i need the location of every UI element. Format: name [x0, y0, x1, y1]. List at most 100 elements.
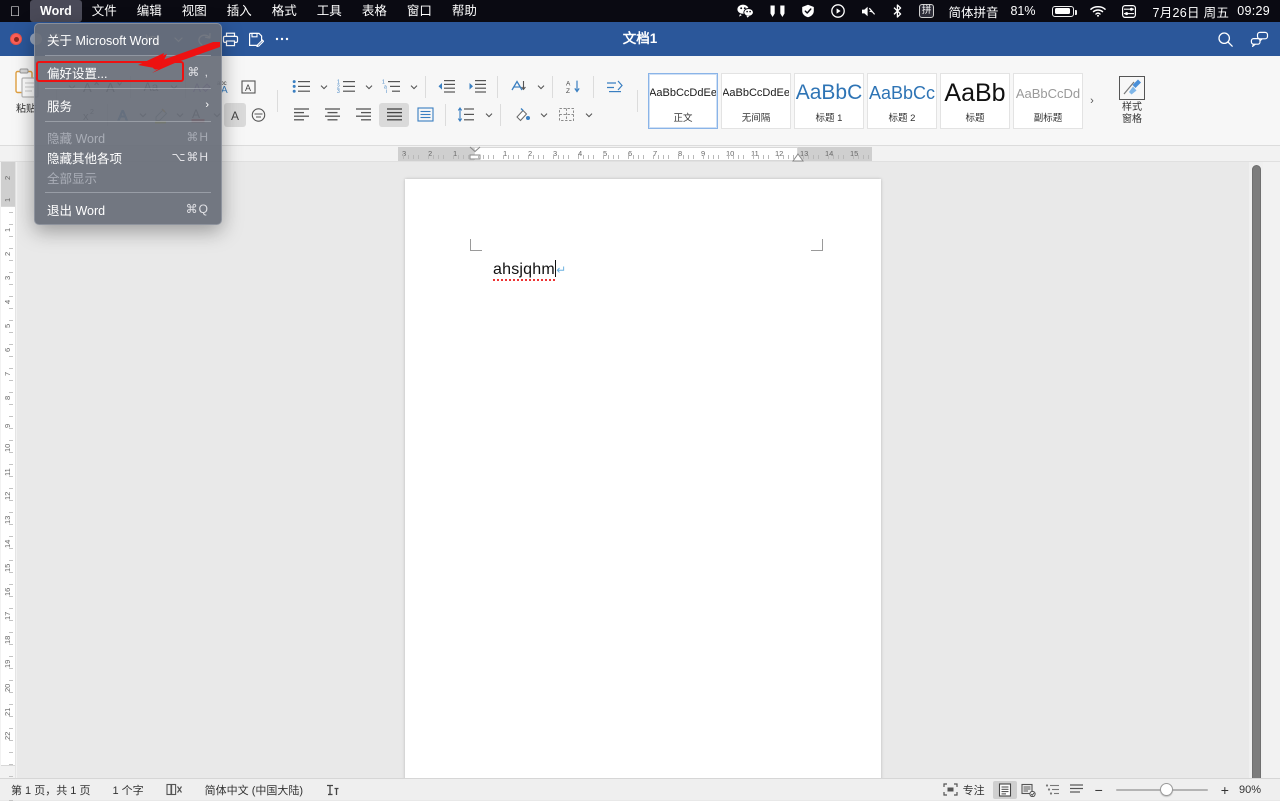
styles-pane-button[interactable]: 样式 窗格	[1104, 56, 1160, 145]
menu-item-show-all[interactable]: 全部显示	[35, 167, 221, 187]
character-border-icon[interactable]: A	[237, 75, 259, 99]
close-window-button[interactable]	[10, 33, 22, 45]
align-left-icon[interactable]	[286, 103, 316, 127]
vruler-num: 1	[3, 197, 12, 202]
document-canvas[interactable]: ahsjqhm↵	[17, 162, 1263, 800]
borders-dropdown-icon[interactable]	[582, 103, 595, 127]
multilevel-list-icon[interactable]: 1ai	[376, 75, 406, 99]
show-marks-icon[interactable]	[599, 75, 629, 99]
menu-item-about-word[interactable]: 关于 Microsoft Word	[35, 28, 221, 50]
outline-view-button[interactable]	[1041, 781, 1065, 799]
more-commands-icon[interactable]	[270, 27, 294, 51]
word-app-menu[interactable]: 关于 Microsoft Word 偏好设置... ⌘ , 服务 › 隐藏 Wo…	[34, 23, 222, 225]
sort-dropdown-icon[interactable]	[534, 75, 547, 99]
menu-item-edit[interactable]: 编辑	[127, 0, 172, 22]
indent-markers[interactable]	[468, 146, 482, 162]
zoom-out-button[interactable]: −	[1089, 779, 1109, 801]
apple-logo-icon[interactable]: 	[0, 0, 30, 22]
justify-icon[interactable]	[379, 102, 409, 127]
focus-mode-button[interactable]: 专注	[932, 779, 993, 801]
menu-item-insert[interactable]: 插入	[217, 0, 262, 22]
ime-label[interactable]: 简体拼音	[942, 2, 1004, 21]
menu-item-services[interactable]: 服务 ›	[35, 94, 221, 116]
ime-indicator[interactable]: 拼	[911, 0, 943, 22]
vertical-ruler[interactable]: 2 1 1 2 3 4 5 6 7 8 9 10 11 12 13 14 15 …	[0, 162, 16, 801]
menu-item-word[interactable]: Word	[30, 0, 82, 22]
shading-dropdown-icon[interactable]	[537, 103, 550, 127]
bullets-dropdown-icon[interactable]	[317, 75, 330, 99]
menu-bar-time[interactable]: 09:29	[1229, 4, 1270, 18]
ruler-tick	[708, 155, 709, 159]
ruler-tick	[858, 155, 859, 159]
menu-item-quit-word[interactable]: 退出 Word ⌘Q	[35, 198, 221, 220]
numbering-icon[interactable]: 123	[331, 75, 361, 99]
menu-shortcut: ⌘Q	[185, 202, 209, 216]
document-body-text[interactable]: ahsjqhm↵	[493, 260, 566, 281]
menu-item-window[interactable]: 窗口	[397, 0, 442, 22]
style-normal[interactable]: AaBbCcDdEе 正文	[648, 72, 718, 129]
zoom-level[interactable]: 90%	[1235, 779, 1272, 801]
status-bar-right: 专注 − + 90%	[932, 779, 1280, 801]
align-center-icon[interactable]	[317, 103, 347, 127]
increase-indent-icon[interactable]	[462, 75, 492, 99]
menu-item-tools[interactable]: 工具	[307, 0, 352, 22]
ruler-tick	[643, 155, 644, 159]
decrease-indent-icon[interactable]	[431, 75, 461, 99]
wifi-icon[interactable]	[1082, 0, 1114, 22]
play-circle-icon[interactable]	[823, 0, 853, 22]
align-right-icon[interactable]	[348, 103, 378, 127]
line-spacing-dropdown-icon[interactable]	[482, 103, 495, 127]
zoom-slider[interactable]	[1115, 783, 1208, 797]
shield-icon[interactable]	[793, 0, 823, 22]
style-subtitle[interactable]: AaBbCcDd 副标题	[1013, 72, 1083, 129]
zoom-slider-knob[interactable]	[1159, 783, 1173, 796]
search-icon[interactable]	[1212, 27, 1238, 51]
battery-icon[interactable]	[1041, 0, 1082, 22]
misspelled-word[interactable]: ahsjqhm	[493, 261, 555, 281]
zoom-in-button[interactable]: +	[1215, 779, 1235, 801]
enclose-characters-icon[interactable]	[247, 103, 269, 127]
web-layout-view-button[interactable]	[1017, 781, 1041, 799]
bullets-icon[interactable]	[286, 75, 316, 99]
menu-item-format[interactable]: 格式	[262, 0, 307, 22]
borders-icon[interactable]	[551, 103, 581, 127]
save-icon[interactable]	[244, 27, 268, 51]
scrollbar-thumb[interactable]	[1252, 165, 1261, 795]
document-page[interactable]: ahsjqhm↵	[405, 179, 881, 789]
scrollbar-track[interactable]	[1249, 162, 1263, 800]
style-no-spacing[interactable]: AaBbCcDdEе 无间隔	[721, 72, 791, 129]
style-heading-1[interactable]: AaBbC 标题 1	[794, 72, 864, 129]
print-layout-view-button[interactable]	[992, 780, 1017, 799]
word-count[interactable]: 1 个字	[101, 779, 154, 801]
sort-az-icon[interactable]: AZ	[558, 75, 588, 99]
line-spacing-icon[interactable]	[451, 103, 481, 127]
screenshot-icon[interactable]	[762, 0, 793, 22]
mute-icon[interactable]	[853, 0, 884, 22]
bluetooth-icon[interactable]	[884, 0, 911, 22]
wechat-icon[interactable]	[729, 0, 762, 22]
menu-item-hide-others[interactable]: 隐藏其他各项 ⌥⌘H	[35, 147, 221, 167]
menu-item-preferences[interactable]: 偏好设置... ⌘ ,	[35, 61, 221, 83]
control-center-icon[interactable]	[1114, 0, 1144, 22]
menu-item-view[interactable]: 视图	[172, 0, 217, 22]
gallery-more-button[interactable]: ›	[1086, 95, 1098, 107]
style-title[interactable]: AaBb 标题	[940, 72, 1010, 129]
menu-item-table[interactable]: 表格	[352, 0, 397, 22]
numbering-dropdown-icon[interactable]	[362, 75, 375, 99]
menu-item-hide-word[interactable]: 隐藏 Word ⌘H	[35, 127, 221, 147]
language-indicator[interactable]: 简体中文 (中国大陆)	[194, 779, 314, 801]
sort-icon[interactable]	[503, 75, 533, 99]
style-heading-2[interactable]: AaBbCc 标题 2	[867, 72, 937, 129]
shading-icon[interactable]	[506, 103, 536, 127]
draft-view-button[interactable]	[1065, 781, 1089, 799]
menu-bar-date[interactable]: 7月26日 周五	[1144, 2, 1229, 21]
distribute-icon[interactable]	[410, 103, 440, 127]
track-changes-icon[interactable]	[314, 779, 351, 801]
menu-item-help[interactable]: 帮助	[442, 0, 487, 22]
menu-item-file[interactable]: 文件	[82, 0, 127, 22]
proofing-error-icon[interactable]	[155, 779, 194, 801]
comments-icon[interactable]	[1246, 27, 1272, 51]
page-indicator[interactable]: 第 1 页，共 1 页	[0, 779, 101, 801]
character-shading-icon[interactable]: A	[224, 102, 246, 127]
multilevel-dropdown-icon[interactable]	[407, 75, 420, 99]
